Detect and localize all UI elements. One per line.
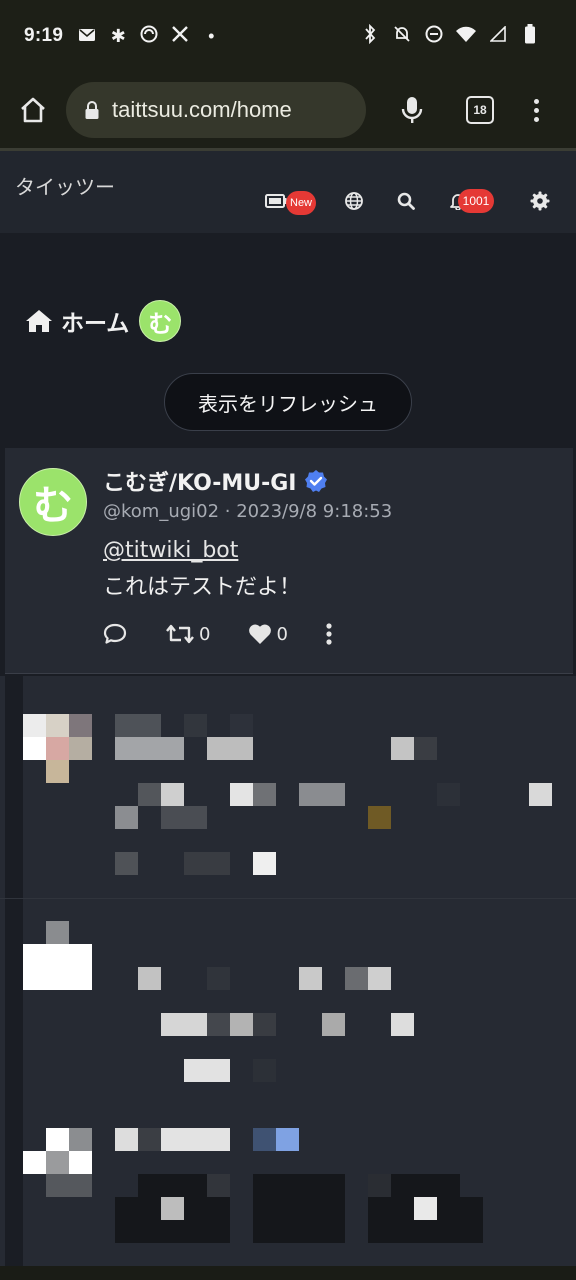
signal-icon	[488, 25, 508, 46]
vertical-dots-icon	[326, 623, 332, 645]
retweet-count: 0	[199, 623, 211, 645]
verified-badge-icon	[305, 470, 328, 492]
browser-menu-button[interactable]	[534, 98, 540, 122]
notifications-button[interactable]: 1001	[446, 189, 494, 213]
refresh-button[interactable]: 表示をリフレッシュ	[164, 373, 412, 431]
navigation-bar	[0, 1266, 576, 1280]
ticket-icon	[265, 194, 287, 208]
status-bar: 9:19 ✱ •	[0, 0, 576, 72]
notification-icons: ✱ •	[77, 25, 221, 47]
pixelated-timeline	[0, 676, 576, 1280]
search-icon	[397, 192, 415, 210]
bell-off-icon	[392, 25, 412, 47]
avatar[interactable]: む	[139, 300, 182, 342]
reply-button[interactable]	[103, 623, 127, 645]
post-avatar[interactable]: む	[19, 468, 87, 536]
bluetooth-icon	[360, 23, 380, 48]
post-handle-timestamp: @kom_ugi02 · 2023/9/8 9:18:53	[103, 501, 393, 522]
search-button[interactable]	[394, 189, 418, 213]
like-count: 0	[276, 623, 288, 645]
like-button[interactable]: 0	[248, 623, 288, 645]
pinwheel-icon: ✱	[110, 26, 126, 46]
url-text: taittsuu.com/home	[112, 97, 292, 122]
mail-icon	[77, 26, 97, 46]
home-icon[interactable]	[18, 95, 48, 125]
address-bar[interactable]: taittsuu.com/home	[66, 82, 366, 138]
post-body: これはテストだよ！	[103, 575, 302, 600]
lock-icon	[85, 101, 99, 119]
post-actions: 0 0	[103, 622, 332, 646]
settings-button[interactable]	[528, 189, 552, 213]
post-card[interactable]: む こむぎ/KO-MU-GI @kom_ugi02 · 2023/9/8 9:1…	[5, 448, 573, 674]
globe-button[interactable]	[342, 189, 366, 213]
browser-toolbar: taittsuu.com/home 18	[0, 72, 576, 148]
site-header: タイッツー New 1001	[0, 151, 576, 233]
mic-icon[interactable]	[400, 95, 424, 125]
page-heading: ホーム む	[25, 300, 182, 342]
reply-icon	[103, 623, 127, 644]
site-logo[interactable]: タイッツー	[15, 171, 115, 200]
home-icon	[26, 310, 52, 332]
page-title: ホーム	[61, 311, 130, 337]
system-icons	[360, 23, 540, 48]
announcements-button[interactable]: New	[264, 189, 316, 215]
author-display-name[interactable]: こむぎ/KO-MU-GI	[103, 465, 296, 497]
dnd-icon	[424, 25, 444, 47]
mention-link[interactable]: @titwiki_bot	[103, 538, 238, 563]
gear-icon	[530, 191, 550, 211]
tab-switcher-button[interactable]: 18	[466, 96, 494, 124]
battery-icon	[520, 24, 540, 48]
retweet-button[interactable]: 0	[165, 623, 210, 645]
header-icons: New 1001	[264, 189, 552, 215]
app-icon	[139, 25, 159, 47]
x-icon	[170, 25, 190, 47]
dot-icon: •	[208, 26, 215, 46]
notification-count-badge: 1001	[458, 189, 494, 213]
heart-icon	[249, 624, 272, 644]
globe-icon	[345, 192, 363, 210]
wifi-icon	[456, 26, 476, 46]
retweet-icon	[166, 624, 194, 644]
new-badge: New	[286, 191, 316, 215]
post-author[interactable]: こむぎ/KO-MU-GI	[103, 465, 328, 497]
status-time: 9:19	[24, 25, 64, 46]
more-options-button[interactable]	[326, 623, 332, 645]
